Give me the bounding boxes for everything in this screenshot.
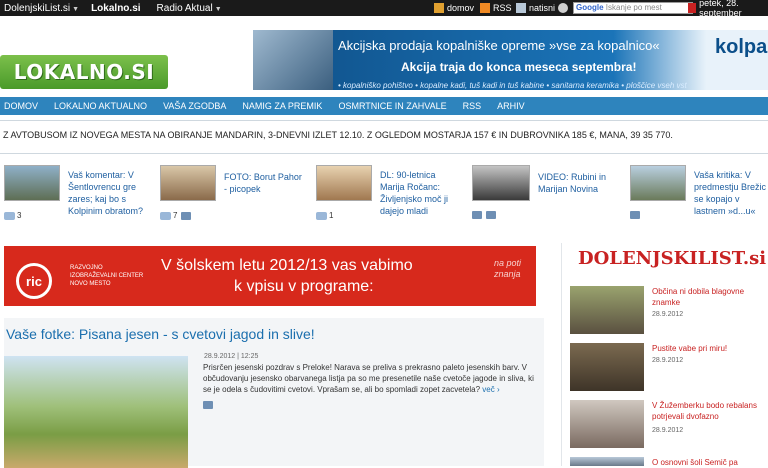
nav-vasa-zgodba[interactable]: VAŠA ZGODBA [163, 101, 226, 111]
nav-namig-za-premik[interactable]: NAMIG ZA PREMIK [242, 101, 322, 111]
topbar-link-lokalno[interactable]: Lokalno.si [87, 3, 140, 14]
teaser-thumbnail[interactable] [472, 165, 530, 201]
main-nav: DOMOV LOKALNO AKTUALNO VAŠA ZGODBA NAMIG… [0, 97, 768, 115]
camera-icon [486, 211, 496, 219]
nav-arhiv[interactable]: ARHIV [497, 101, 525, 111]
news-thumbnail[interactable] [570, 457, 644, 466]
print-link[interactable]: natisni [516, 0, 555, 16]
news-ticker[interactable]: Z AVTOBUSOM IZ NOVEGA MESTA NA OBIRANJE … [3, 130, 673, 140]
ad-line-2: k vpisu v programe: [234, 278, 374, 295]
news-thumbnail[interactable] [570, 400, 644, 448]
news-date: 28.9.2012 [652, 311, 684, 318]
camera-icon [203, 401, 213, 409]
chevron-down-icon: ▼ [214, 5, 222, 13]
nav-osmrtnice[interactable]: OSMRTNICE IN ZAHVALE [338, 101, 446, 111]
print-icon [516, 3, 526, 13]
google-logo: Google [576, 3, 604, 12]
search-placeholder: Iskanje po mest [605, 3, 662, 12]
teaser-meta: 1 [316, 211, 333, 220]
teaser-meta [472, 211, 496, 219]
kolpa-logo: kolpa [715, 36, 768, 58]
ric-logo: ric [16, 263, 52, 299]
ad-line-1: V šolskem letu 2012/13 vas vabimo [161, 257, 413, 274]
home-link[interactable]: domov [434, 0, 474, 16]
news-title[interactable]: Občina ni dobila blagovne znamke [652, 286, 768, 308]
home-icon [434, 3, 444, 13]
news-title[interactable]: Pustite vabe pri miru! [652, 343, 768, 354]
ad-slogan: na poti znanja [494, 258, 522, 279]
dolenjskilist-logo[interactable]: DOLENJSKILIST.si [578, 248, 766, 269]
banner-line-1: Akcijska prodaja kopalniške opreme »vse … [338, 38, 660, 53]
teaser-thumbnail[interactable] [630, 165, 686, 201]
nav-domov[interactable]: DOMOV [4, 101, 38, 111]
camera-icon [181, 211, 192, 220]
divider [0, 153, 768, 154]
article-title[interactable]: Vaše fotke: Pisana jesen - s cvetovi jag… [6, 326, 315, 342]
ric-org-name: RAZVOJNO IZOBRAŽEVALNI CENTER NOVO MESTO [70, 265, 144, 287]
chevron-down-icon: ▼ [72, 5, 80, 13]
search-icon[interactable] [558, 0, 571, 16]
camera-icon [630, 211, 640, 219]
news-thumbnail[interactable] [570, 286, 644, 334]
article-photo[interactable] [4, 356, 188, 468]
rss-icon [480, 3, 490, 13]
comment-icon [4, 211, 15, 220]
video-icon [472, 211, 482, 219]
date-display: petek, 28. september [688, 0, 768, 18]
nav-rss[interactable]: RSS [463, 101, 482, 111]
teaser-meta [630, 211, 640, 219]
teaser-title[interactable]: Vaša kritika: V predmestju Brežic se kop… [694, 169, 768, 217]
divider [0, 120, 768, 121]
rss-link[interactable]: RSS [480, 0, 512, 16]
banner-image [253, 30, 333, 90]
site-logo[interactable]: LOKALNO.SI [0, 55, 168, 89]
search-input[interactable]: Google Iskanje po mest [573, 2, 693, 14]
topbar-link-radio-aktual[interactable]: Radio Aktual ▼ [153, 3, 222, 14]
teaser-thumbnail[interactable] [316, 165, 372, 201]
read-more-link[interactable]: več › [482, 385, 499, 394]
banner-line-2: Akcija traja do konca meseca septembra! [401, 60, 637, 74]
featured-article: Vaše fotke: Pisana jesen - s cvetovi jag… [4, 318, 544, 468]
teaser-title[interactable]: DL: 90-letnica Marija Ročanc: Življenjsk… [380, 169, 462, 217]
teaser-title[interactable]: Vaš komentar: V Šentlovrencu gre zares; … [68, 169, 150, 217]
article-body: Prisrčen jesenski pozdrav s Preloke! Nar… [203, 362, 538, 412]
banner-line-3: • kopalniško pohištvo • kopalne kadi, tu… [338, 81, 687, 90]
news-title[interactable]: O osnovni šoli Semič pa [652, 457, 768, 468]
teaser-title[interactable]: FOTO: Borut Pahor - picopek [224, 171, 304, 195]
calendar-icon [688, 3, 697, 13]
dolenjskilist-sidebar: DOLENJSKILIST.si Občina ni dobila blagov… [561, 243, 768, 468]
kolpa-banner[interactable]: Akcijska prodaja kopalniške opreme »vse … [253, 30, 768, 90]
teaser-meta: 7 [160, 211, 192, 220]
comment-icon [316, 211, 327, 220]
teaser-thumbnail[interactable] [160, 165, 216, 201]
news-date: 28.9.2012 [652, 357, 684, 364]
news-thumbnail[interactable] [570, 343, 644, 391]
ric-advert-banner[interactable]: ric RAZVOJNO IZOBRAŽEVALNI CENTER NOVO M… [4, 246, 536, 306]
article-date: 28.9.2012 | 12:25 [204, 353, 259, 360]
news-title[interactable]: V Žužemberku bodo rebalans potrjevali dv… [652, 400, 768, 422]
topbar-link-dolenjskilist[interactable]: DolenjskiList.si ▼ [0, 3, 79, 14]
teaser-meta: 3 [4, 211, 21, 220]
teaser-thumbnail[interactable] [4, 165, 60, 201]
comment-icon [160, 211, 171, 220]
news-date: 28.9.2012 [652, 427, 684, 434]
nav-lokalno-aktualno[interactable]: LOKALNO AKTUALNO [54, 101, 147, 111]
teaser-title[interactable]: VIDEO: Rubini in Marijan Novina [538, 171, 616, 195]
